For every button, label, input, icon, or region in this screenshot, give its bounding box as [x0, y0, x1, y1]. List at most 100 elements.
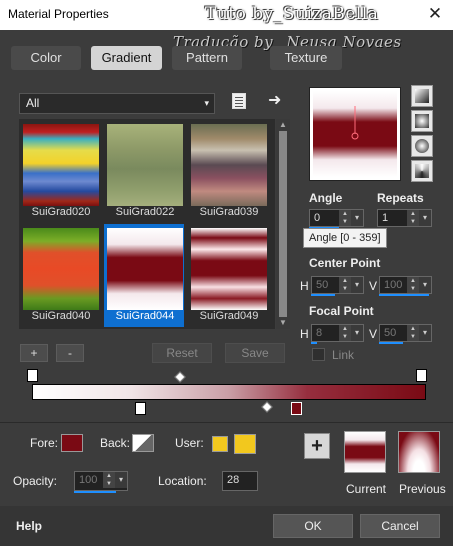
cancel-button[interactable]: Cancel: [360, 514, 440, 538]
focal-h-slider-bar[interactable]: [311, 342, 317, 344]
focal-h-label: H: [300, 327, 309, 341]
link-checkbox[interactable]: [312, 348, 325, 361]
spinner-arrows-icon[interactable]: ▲ ▼: [103, 472, 115, 488]
spinner-arrows-icon[interactable]: ▲ ▼: [407, 210, 419, 226]
tab-gradient[interactable]: Gradient: [91, 46, 162, 70]
spinner-arrows-icon[interactable]: ▲ ▼: [407, 325, 419, 341]
gradient-thumb-suigrad022[interactable]: SuiGrad022: [104, 120, 184, 223]
gradient-name: SuiGrad020: [31, 206, 91, 218]
chevron-down-icon[interactable]: ▾: [351, 325, 363, 341]
gradient-name: SuiGrad044: [115, 310, 175, 322]
scroll-down-icon[interactable]: ▼: [279, 318, 287, 327]
gallery-scrollbar[interactable]: ▲ ▼: [276, 119, 290, 329]
opacity-midpoint-diamond[interactable]: [174, 371, 186, 383]
gradient-gallery: SuiGrad020 SuiGrad022 SuiGrad039 SuiGrad…: [19, 119, 275, 329]
category-dropdown[interactable]: All ▾: [19, 93, 215, 114]
rectangular-style-button[interactable]: [411, 110, 433, 132]
back-gradient-icon: [133, 435, 153, 451]
gradient-preview[interactable]: [309, 87, 401, 181]
chevron-down-icon[interactable]: ▾: [419, 325, 431, 341]
tab-texture[interactable]: Texture: [270, 46, 342, 70]
close-icon[interactable]: ✕: [425, 4, 445, 24]
center-v-label: V: [369, 279, 378, 293]
chevron-down-icon[interactable]: ▾: [419, 210, 431, 226]
angle-tooltip: Angle [0 - 359]: [303, 228, 387, 248]
spinner-arrows-icon[interactable]: ▲ ▼: [339, 210, 351, 226]
opacity-label: Opacity:: [13, 474, 58, 488]
gradient-thumb-suigrad044[interactable]: SuiGrad044: [104, 224, 184, 327]
arrow-right-icon[interactable]: ➜: [268, 90, 281, 110]
angle-spinner[interactable]: 0 ▲ ▼ ▾: [309, 209, 364, 227]
center-v-spinner[interactable]: 100 ▲ ▼ ▾: [379, 276, 432, 294]
opacity-slider-bar[interactable]: [74, 491, 116, 493]
location-field[interactable]: 28: [222, 471, 258, 491]
opacity-stop-left[interactable]: [27, 369, 38, 382]
gradient-thumb-suigrad020[interactable]: SuiGrad020: [20, 120, 100, 223]
color-stop-darkred[interactable]: [291, 402, 302, 415]
gradient-swatch: [191, 228, 267, 310]
add-gradient-button[interactable]: +: [20, 344, 48, 362]
user-color-swatch[interactable]: [234, 434, 256, 454]
spinner-arrows-icon[interactable]: ▲ ▼: [339, 277, 351, 293]
chevron-down-icon[interactable]: ▾: [351, 210, 363, 226]
gradient-swatch: [23, 124, 99, 206]
tab-pattern[interactable]: Pattern: [172, 46, 242, 70]
back-label: Back:: [100, 436, 131, 450]
center-v-slider-bar[interactable]: [379, 294, 429, 296]
window-title: Material Properties: [8, 7, 109, 21]
gradient-name: SuiGrad040: [31, 310, 91, 322]
rectangular-style-icon: [415, 114, 429, 128]
category-value: All: [26, 96, 40, 110]
center-h-slider-bar[interactable]: [311, 294, 335, 296]
repeats-spinner[interactable]: 1 ▲ ▼ ▾: [377, 209, 432, 227]
chevron-down-icon[interactable]: ▾: [115, 472, 127, 488]
color-stop-white[interactable]: [135, 402, 146, 415]
color-midpoint-diamond[interactable]: [261, 401, 273, 413]
angle-value: 0: [314, 212, 321, 224]
save-button[interactable]: Save: [225, 343, 285, 363]
spinner-arrows-icon[interactable]: ▲ ▼: [407, 277, 419, 293]
current-material-swatch[interactable]: [344, 431, 386, 473]
scrollbar-thumb[interactable]: [279, 131, 287, 317]
gradient-thumb-suigrad049[interactable]: SuiGrad049: [188, 224, 268, 327]
help-link[interactable]: Help: [16, 519, 42, 533]
tab-color[interactable]: Color: [11, 46, 81, 70]
focal-h-spinner[interactable]: 8 ▲ ▼ ▾: [311, 324, 364, 342]
location-label: Location:: [158, 474, 207, 488]
linear-style-button[interactable]: [411, 85, 433, 107]
tab-strip: Color Gradient Pattern Texture: [0, 46, 453, 70]
user-label: User:: [175, 436, 204, 450]
opacity-stop-right[interactable]: [416, 369, 427, 382]
user-color-small-swatch[interactable]: [212, 436, 228, 452]
gradient-swatch: [23, 228, 99, 310]
sunburst-style-button[interactable]: [411, 135, 433, 157]
gradient-thumb-suigrad040[interactable]: SuiGrad040: [20, 224, 100, 327]
focal-h-value: 8: [316, 327, 323, 339]
remove-gradient-button[interactable]: -: [56, 344, 84, 362]
opacity-spinner[interactable]: 100 ▲ ▼ ▾: [74, 471, 128, 491]
library-list-icon[interactable]: [232, 93, 246, 109]
center-point-label: Center Point: [309, 256, 381, 270]
chevron-down-icon[interactable]: ▾: [419, 277, 431, 293]
center-h-spinner[interactable]: 50 ▲ ▼ ▾: [311, 276, 364, 294]
focal-v-slider-bar[interactable]: [379, 342, 403, 344]
focal-v-spinner[interactable]: 50 ▲ ▼ ▾: [379, 324, 432, 342]
gradient-editor-bar[interactable]: [32, 384, 426, 400]
scroll-up-icon[interactable]: ▲: [279, 120, 287, 129]
spinner-arrows-icon[interactable]: ▲ ▼: [339, 325, 351, 341]
watermark-line1: Tuto by_SuizaBella: [205, 4, 379, 24]
fore-label: Fore:: [30, 436, 59, 450]
section-divider: [0, 422, 453, 423]
add-to-swatches-button[interactable]: +: [304, 433, 330, 459]
gradient-thumb-suigrad039[interactable]: SuiGrad039: [188, 120, 268, 223]
ok-button[interactable]: OK: [273, 514, 353, 538]
gradient-name: SuiGrad022: [115, 206, 175, 218]
previous-material-swatch[interactable]: [398, 431, 440, 473]
back-color-swatch[interactable]: [132, 434, 154, 452]
angle-handle-icon[interactable]: [350, 106, 362, 140]
reset-button[interactable]: Reset: [152, 343, 212, 363]
chevron-down-icon[interactable]: ▾: [351, 277, 363, 293]
fore-color-swatch[interactable]: [61, 434, 83, 452]
radial-style-button[interactable]: [411, 160, 433, 182]
radial-style-icon: [415, 164, 429, 178]
